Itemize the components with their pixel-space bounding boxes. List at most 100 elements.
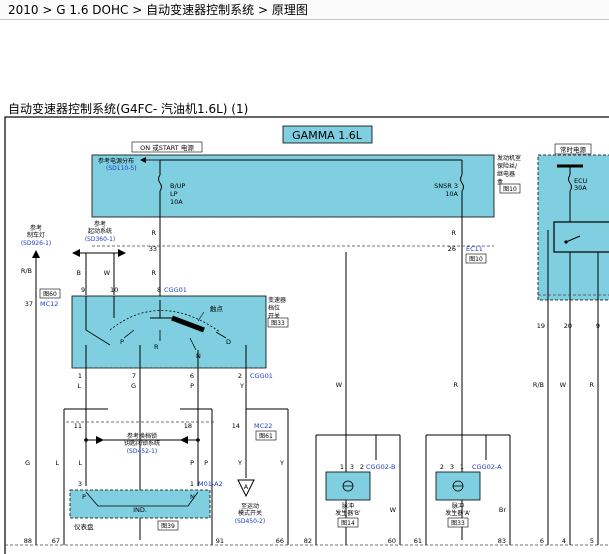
wire-color: Y [239, 382, 244, 390]
fuse-box-ref-code: (SD110-5) [106, 165, 137, 172]
connector-code: MC12 [40, 300, 58, 308]
wire-color: Y [279, 459, 284, 467]
wire-color: R [453, 381, 458, 389]
pin-label: 3 [78, 480, 82, 488]
connector-ref: 图61 [259, 433, 273, 440]
pulse-gen-a-name: 发生器'A' [445, 509, 471, 517]
pin-label: 2 [238, 372, 242, 380]
fuse-box-side-label: 继电器 [497, 170, 515, 178]
wire-color: L [77, 382, 81, 390]
pulse-gen-b-ref: 图14 [341, 520, 355, 527]
switch-position-p: P [120, 338, 124, 346]
arrow-right-icon [96, 436, 104, 444]
sport-mode-code: (SD450-2) [235, 518, 266, 525]
brake-ref-label: 制车灯 [27, 231, 45, 239]
switch-position-r: R [154, 343, 159, 351]
wire-color: W [390, 506, 397, 514]
pin-label: 60 [388, 537, 396, 545]
arrow-left-icon [180, 436, 188, 444]
fuse-box-side-label: 保险丝/ [497, 162, 518, 170]
pin-label: 26 [448, 245, 456, 253]
wire-color: R/B [533, 381, 544, 389]
wire-color: R [589, 381, 594, 389]
pin-label: 66 [276, 537, 284, 545]
wire-color: Y [237, 459, 242, 467]
connector-code: EC11 [466, 245, 483, 253]
arrow-up-icon [32, 250, 40, 258]
pin-label: 82 [304, 537, 312, 545]
wire-color: P [190, 382, 194, 390]
pin-label: 14 [232, 422, 240, 430]
pin-label: 18 [184, 422, 192, 430]
pin-label: 83 [498, 537, 506, 545]
power-label: ON 或START 电源 [140, 143, 194, 152]
pin-label: 19 [537, 322, 545, 330]
pin-label: 7 [132, 372, 136, 380]
pin-label: 9 [81, 286, 85, 294]
switch-ref: 图33 [271, 320, 285, 327]
pin-label: 5 [590, 537, 594, 545]
connector-ref: 图60 [43, 291, 57, 298]
fuse1-name: B/UP [170, 182, 185, 190]
pulse-gen-b-name: 发生器'B' [335, 509, 361, 517]
start-ref-label: 参考 [94, 220, 106, 228]
splice-node [196, 438, 200, 442]
wiring-diagram: GAMMA 1.6L ON 或START 电源 参考电源分布 (SD110-5)… [4, 116, 609, 554]
switch-name: 变速器 [268, 296, 286, 304]
connector-code: CGG01 [250, 372, 273, 380]
switch-position-d: D [226, 338, 231, 346]
pin-label: 1 [460, 463, 464, 471]
pin-label: 2 [440, 463, 444, 471]
pin-label: 1 [78, 372, 82, 380]
brake-ref-label: 参考 [30, 224, 42, 232]
pulse-gen-a-name: 脉冲 [452, 502, 464, 510]
wire-color: W [560, 381, 567, 389]
connector-code: MC22 [254, 422, 272, 430]
ecu-fuse-rating: 30A [574, 184, 587, 192]
wire-color: G [131, 382, 136, 390]
arrow-right-icon [118, 249, 126, 257]
pin-label: 4 [562, 537, 566, 545]
pin-label: 1 [340, 463, 344, 471]
pin-label: 37 [25, 300, 33, 308]
wire-color: G [25, 459, 30, 467]
pin-label: 10 [110, 286, 118, 294]
shift-lock-label: 参考换档锁 [127, 432, 157, 440]
shift-lock-code: (SD452-1) [127, 448, 158, 455]
connector-ref: 图10 [469, 256, 483, 263]
splice-node [84, 438, 88, 442]
pin-label: 91 [216, 537, 224, 545]
wire-color: R [151, 269, 156, 277]
sport-mode-label: 模式开关 [238, 509, 262, 517]
wire-color: Br [499, 506, 506, 514]
cluster-ind-label: IND. [133, 506, 147, 514]
switch-contact-label: 触点 [210, 304, 224, 313]
wire-color: L [55, 459, 59, 467]
wire-color: R [151, 229, 156, 237]
cluster-pin-p: P [82, 493, 86, 501]
pin-label: 33 [149, 245, 157, 253]
brake-ref-code: (SD926-1) [21, 240, 52, 247]
wire-color: W [336, 381, 343, 389]
sport-mode-letter: A [244, 483, 249, 491]
connector-code: M01-A2 [198, 480, 223, 488]
constant-power-label: 常时电源 [560, 145, 587, 154]
pin-label: 88 [24, 537, 32, 545]
pin-label: 2 [360, 463, 364, 471]
wire-color: P [204, 459, 208, 467]
arrow-left-icon [72, 249, 80, 257]
fuse2-name: SNSR 3 [434, 182, 458, 190]
pin-label: 1 [190, 480, 194, 488]
pin-label: 67 [52, 537, 60, 545]
relay-node [564, 240, 568, 244]
pin-label: 20 [564, 322, 572, 330]
pin-label: 6 [190, 372, 194, 380]
switch-name: 档位 [268, 304, 280, 312]
wire-color: R/B [21, 267, 32, 275]
wire-color: L [78, 459, 82, 467]
fuse1-rating: 10A [170, 198, 183, 206]
engine-banner-text: GAMMA 1.6L [292, 129, 363, 142]
pin-label: 11 [74, 422, 82, 430]
relay-box [553, 221, 609, 253]
shift-lock-label: 钥匙闭锁系统 [124, 439, 160, 447]
